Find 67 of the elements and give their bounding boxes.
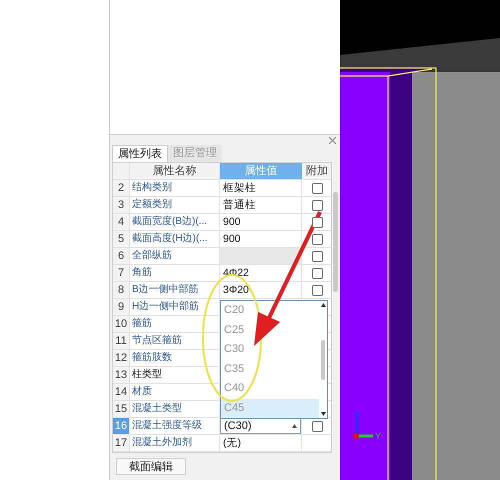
column-header: 附加 bbox=[305, 164, 329, 179]
property-name: B边一侧中部筋 bbox=[132, 283, 199, 297]
property-name: 柱类型 bbox=[132, 368, 162, 382]
property-name: 定额类别 bbox=[132, 198, 172, 212]
checkbox[interactable] bbox=[312, 268, 322, 278]
scroll-up-icon[interactable] bbox=[320, 303, 326, 307]
checkbox[interactable] bbox=[312, 250, 322, 262]
panel-scrollbar[interactable] bbox=[333, 192, 338, 292]
row-number: 2 bbox=[113, 180, 130, 196]
property-value: 900 bbox=[222, 232, 242, 247]
property-name: 截面宽度(B边)(... bbox=[132, 215, 207, 229]
checkbox[interactable] bbox=[312, 420, 322, 432]
axis-gizmo: Y bbox=[353, 412, 382, 441]
checkbox[interactable] bbox=[312, 284, 322, 296]
dropdown-option[interactable]: C40 bbox=[221, 379, 319, 398]
checkbox[interactable] bbox=[312, 200, 322, 210]
row-number: 14 bbox=[113, 384, 130, 400]
row-number: 12 bbox=[113, 350, 130, 366]
property-name: 结构类别 bbox=[132, 181, 172, 195]
row-number: 8 bbox=[113, 282, 130, 298]
row-number: 3 bbox=[113, 197, 130, 213]
property-value: 900 bbox=[222, 215, 242, 230]
property-value: 普通柱 bbox=[222, 198, 257, 213]
close-icon[interactable] bbox=[329, 137, 336, 144]
scroll-down-icon[interactable] bbox=[320, 412, 326, 416]
checkbox[interactable] bbox=[312, 216, 322, 228]
column-header: 属性值 bbox=[220, 163, 302, 179]
combo-value: (C30) bbox=[224, 418, 252, 434]
checkbox[interactable] bbox=[312, 182, 322, 194]
property-name: H边一侧中部筋 bbox=[132, 300, 200, 314]
property-value: 框架柱 bbox=[222, 181, 257, 196]
dropdown-option[interactable]: C45 bbox=[221, 398, 319, 418]
panel-tab[interactable]: 图层管理 bbox=[168, 145, 222, 162]
panel-tab[interactable]: 属性列表 bbox=[112, 145, 168, 162]
property-value: 3Φ20 bbox=[222, 283, 250, 298]
property-name: 材质 bbox=[132, 385, 152, 399]
dropdown-option[interactable]: C30 bbox=[221, 340, 319, 360]
row-number: 10 bbox=[113, 316, 130, 332]
row-number: 4 bbox=[113, 214, 130, 230]
property-value: (无) bbox=[222, 436, 242, 451]
row-number: 7 bbox=[113, 265, 130, 281]
row-number: 16 bbox=[113, 418, 130, 434]
property-name: 全部纵筋 bbox=[132, 249, 172, 263]
section-edit-button[interactable]: 截面编辑 bbox=[116, 458, 186, 475]
dropdown-option[interactable]: C20 bbox=[221, 301, 319, 320]
scroll-thumb[interactable] bbox=[321, 340, 325, 380]
grade-combo-box[interactable]: (C30) bbox=[220, 418, 301, 434]
property-name: 混凝土外加剂 bbox=[132, 436, 192, 450]
property-name: 混凝土类型 bbox=[132, 402, 182, 416]
row-number: 11 bbox=[113, 333, 130, 349]
checkbox[interactable] bbox=[312, 234, 322, 244]
row-number: 6 bbox=[113, 248, 130, 264]
dropdown-option[interactable]: C35 bbox=[221, 360, 319, 379]
property-name: 截面高度(H边)(... bbox=[132, 232, 208, 246]
property-name: 箍筋肢数 bbox=[132, 351, 172, 365]
property-name: 箍筋 bbox=[132, 317, 152, 331]
row-number: 13 bbox=[113, 367, 130, 383]
row-number: 5 bbox=[113, 231, 130, 247]
row-number: 9 bbox=[113, 299, 130, 315]
dropdown-scrollbar[interactable] bbox=[319, 301, 327, 418]
row-number: 17 bbox=[113, 435, 130, 451]
row-number: 15 bbox=[113, 401, 130, 417]
property-name: 混凝土强度等级 bbox=[132, 419, 202, 433]
property-name: 节点区箍筋 bbox=[132, 334, 182, 348]
caret-icon bbox=[292, 424, 297, 428]
dropdown-option[interactable]: C25 bbox=[221, 320, 319, 340]
property-name: 角筋 bbox=[132, 266, 152, 280]
